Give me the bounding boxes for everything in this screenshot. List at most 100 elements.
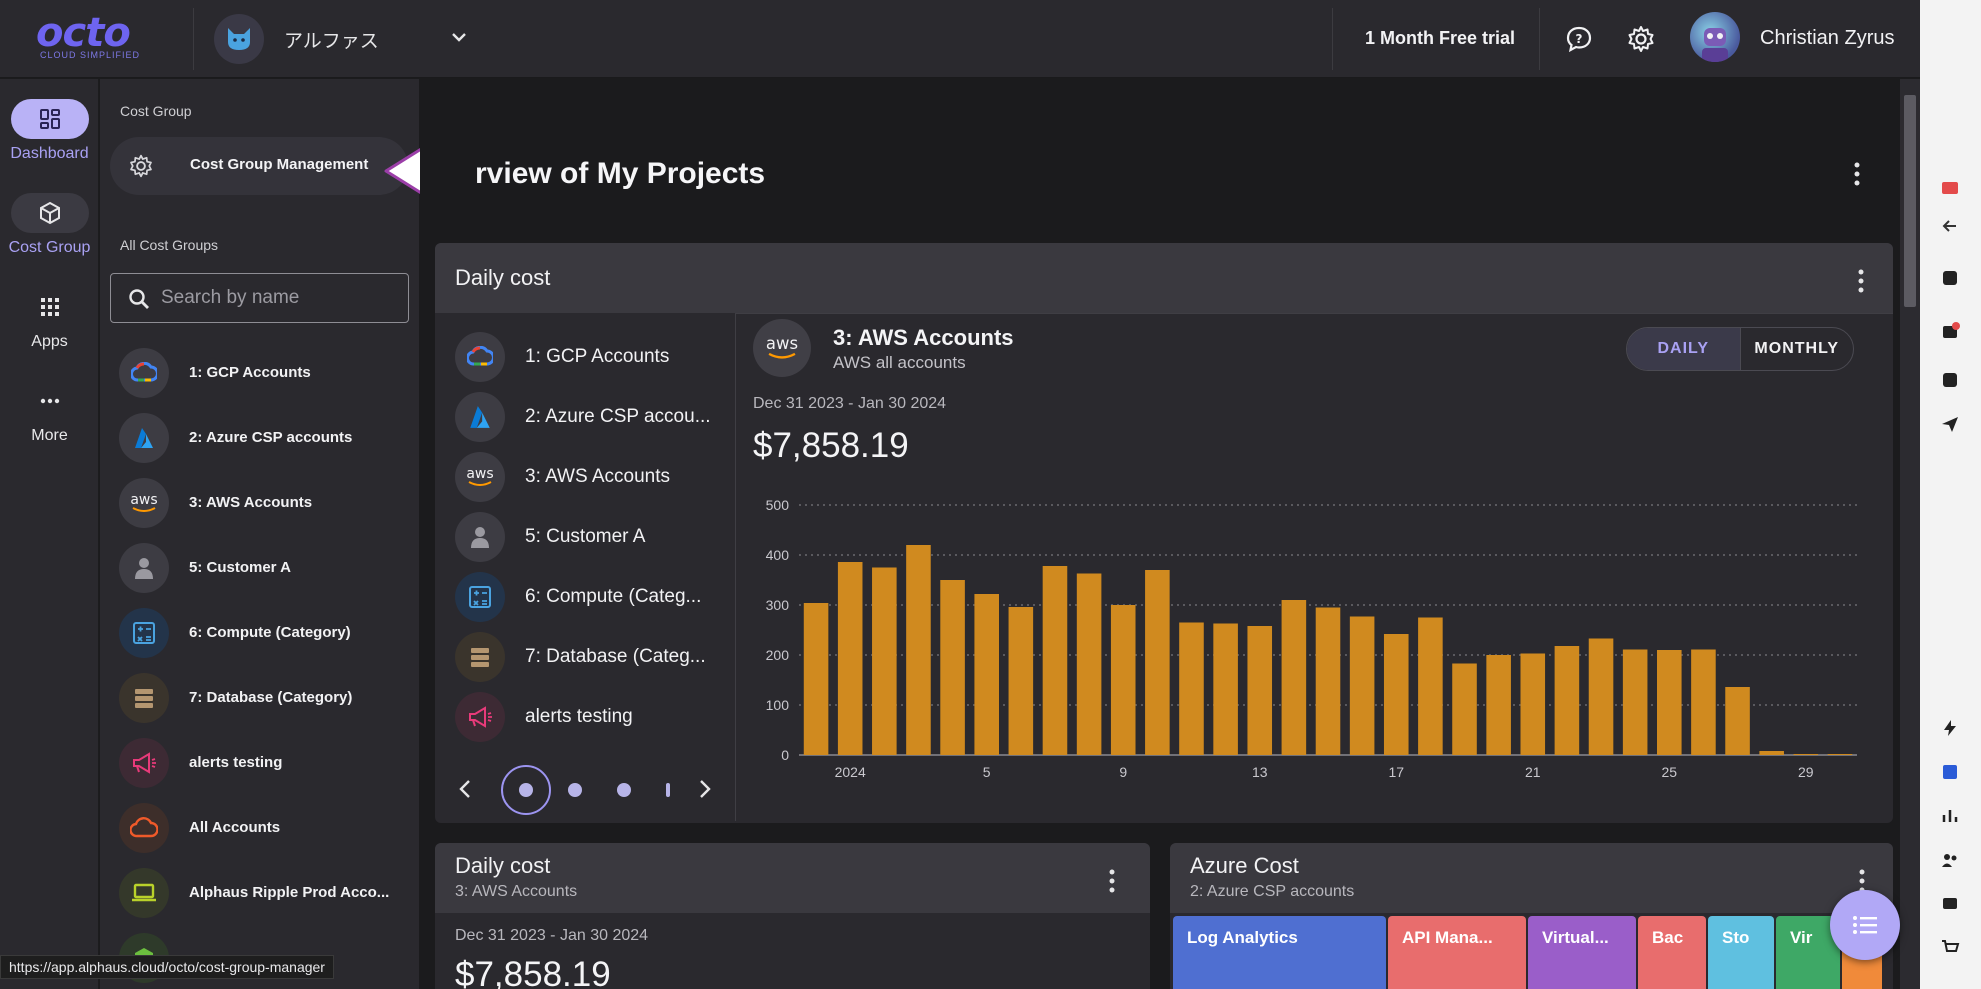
bar[interactable] bbox=[1691, 649, 1716, 756]
bar[interactable] bbox=[1725, 687, 1750, 755]
project-item[interactable]: 7: Database (Categ... bbox=[455, 632, 735, 682]
bar[interactable] bbox=[1281, 600, 1307, 755]
mail-icon[interactable] bbox=[1940, 322, 1960, 342]
treemap-tile[interactable]: Virtual... bbox=[1528, 916, 1636, 989]
cost-group-management-button[interactable]: Cost Group Management bbox=[110, 137, 408, 195]
bar[interactable] bbox=[1759, 751, 1784, 755]
kebab-menu-icon[interactable] bbox=[1849, 267, 1873, 295]
x-tick-label: 9 bbox=[1119, 764, 1127, 780]
bar[interactable] bbox=[1452, 663, 1477, 756]
carousel-dot[interactable] bbox=[666, 783, 670, 797]
kebab-menu-icon[interactable] bbox=[1845, 159, 1869, 189]
chevron-down-icon[interactable] bbox=[449, 27, 469, 47]
cost-group-item[interactable]: 1: GCP Accounts bbox=[119, 348, 409, 400]
bar[interactable] bbox=[1179, 622, 1204, 756]
app-icon[interactable] bbox=[1940, 370, 1960, 390]
bar[interactable] bbox=[1383, 634, 1409, 755]
bar[interactable] bbox=[803, 603, 829, 755]
bar[interactable] bbox=[1315, 607, 1341, 756]
scroll-thumb[interactable] bbox=[1904, 95, 1916, 307]
org-name[interactable]: アルファス bbox=[284, 26, 379, 53]
project-item[interactable]: 6: Compute (Categ... bbox=[455, 572, 735, 622]
bar[interactable] bbox=[1657, 650, 1682, 755]
bar[interactable] bbox=[1827, 754, 1853, 755]
user-name[interactable]: Christian Zyrus bbox=[1760, 27, 1894, 50]
gcp-icon bbox=[455, 332, 505, 382]
book-icon[interactable] bbox=[1940, 762, 1960, 782]
cart-icon[interactable] bbox=[1940, 938, 1960, 958]
kebab-menu-icon[interactable] bbox=[1100, 867, 1124, 895]
bar[interactable] bbox=[1520, 653, 1546, 756]
bar[interactable] bbox=[906, 545, 931, 755]
bar[interactable] bbox=[1008, 607, 1034, 755]
treemap-tile[interactable]: Log Analytics bbox=[1173, 916, 1386, 989]
bar[interactable] bbox=[1110, 605, 1136, 755]
chevron-left-icon[interactable] bbox=[455, 777, 475, 801]
rail-item-dashboard[interactable]: Dashboard bbox=[0, 99, 99, 163]
bar[interactable] bbox=[1213, 623, 1238, 756]
monthly-toggle-button[interactable]: MONTHLY bbox=[1739, 328, 1854, 370]
bar[interactable] bbox=[1554, 646, 1580, 755]
cost-group-item[interactable]: All Accounts bbox=[119, 803, 409, 855]
rail-item-more[interactable]: More bbox=[0, 381, 99, 445]
bar[interactable] bbox=[1622, 649, 1648, 756]
treemap-tile[interactable]: Sto bbox=[1708, 916, 1774, 989]
person-icon bbox=[119, 543, 169, 593]
search-box[interactable] bbox=[110, 273, 409, 323]
card-header: Daily cost 3: AWS Accounts bbox=[435, 843, 1150, 913]
project-item[interactable]: 2: Azure CSP accou... bbox=[455, 392, 735, 442]
bar[interactable] bbox=[872, 567, 897, 756]
rail-item-apps[interactable]: Apps bbox=[0, 287, 99, 351]
project-item[interactable]: aws 3: AWS Accounts bbox=[455, 452, 735, 502]
floating-menu-button[interactable] bbox=[1830, 890, 1900, 960]
bar[interactable] bbox=[1793, 754, 1819, 755]
bar[interactable] bbox=[1588, 638, 1614, 756]
bar[interactable] bbox=[1076, 573, 1102, 756]
cost-group-item[interactable]: 6: Compute (Category) bbox=[119, 608, 409, 660]
send-icon[interactable] bbox=[1940, 414, 1960, 434]
page-scrollbar[interactable] bbox=[1900, 79, 1920, 989]
bar[interactable] bbox=[1042, 566, 1068, 755]
free-trial-button[interactable]: 1 Month Free trial bbox=[1365, 28, 1515, 49]
message-icon[interactable] bbox=[1940, 894, 1960, 914]
project-item[interactable]: 1: GCP Accounts bbox=[455, 332, 735, 382]
treemap-tile[interactable]: API Mana... bbox=[1388, 916, 1526, 989]
bolt-icon[interactable] bbox=[1940, 718, 1960, 738]
bar[interactable] bbox=[1145, 570, 1170, 755]
settings-gear-icon[interactable] bbox=[1626, 24, 1656, 54]
bar[interactable] bbox=[1486, 655, 1511, 755]
cost-group-item[interactable]: alerts testing bbox=[119, 738, 409, 790]
cost-group-item[interactable]: 2: Azure CSP accounts bbox=[119, 413, 409, 465]
bar[interactable] bbox=[1349, 616, 1375, 756]
cost-group-label: 2: Azure CSP accounts bbox=[189, 429, 353, 446]
cost-group-item[interactable]: 5: Customer A bbox=[119, 543, 409, 595]
back-arrow-icon[interactable] bbox=[1940, 216, 1960, 236]
pip-icon[interactable] bbox=[1940, 178, 1960, 198]
treemap-tile[interactable]: Bac bbox=[1638, 916, 1706, 989]
carousel-dot[interactable] bbox=[568, 783, 582, 797]
help-chat-icon[interactable]: ? bbox=[1564, 24, 1594, 54]
search-input[interactable] bbox=[161, 284, 391, 312]
bar[interactable] bbox=[1418, 617, 1443, 756]
carousel-dot[interactable] bbox=[519, 783, 533, 797]
bar[interactable] bbox=[974, 594, 999, 755]
chevron-right-icon[interactable] bbox=[695, 777, 715, 801]
app-icon[interactable] bbox=[1940, 268, 1960, 288]
project-item[interactable]: alerts testing bbox=[455, 692, 735, 742]
people-icon[interactable] bbox=[1940, 850, 1960, 870]
user-avatar[interactable] bbox=[1690, 12, 1740, 62]
daily-toggle-button[interactable]: DAILY bbox=[1627, 328, 1740, 370]
bar[interactable] bbox=[1247, 626, 1273, 755]
chart-icon[interactable] bbox=[1940, 806, 1960, 826]
cost-group-item[interactable]: 7: Database (Category) bbox=[119, 673, 409, 725]
y-tick-label: 0 bbox=[781, 747, 789, 763]
org-avatar[interactable] bbox=[214, 14, 264, 64]
rail-item-cost-group[interactable]: Cost Group bbox=[0, 193, 99, 257]
carousel-dot[interactable] bbox=[617, 783, 631, 797]
bar[interactable] bbox=[837, 562, 863, 755]
cost-group-item[interactable]: Alphaus Ripple Prod Acco... bbox=[119, 868, 409, 920]
bar[interactable] bbox=[940, 580, 965, 755]
octo-logo[interactable]: octo CLOUD SIMPLIFIED bbox=[36, 13, 158, 64]
cost-group-item[interactable]: aws 3: AWS Accounts bbox=[119, 478, 409, 530]
project-item[interactable]: 5: Customer A bbox=[455, 512, 735, 562]
